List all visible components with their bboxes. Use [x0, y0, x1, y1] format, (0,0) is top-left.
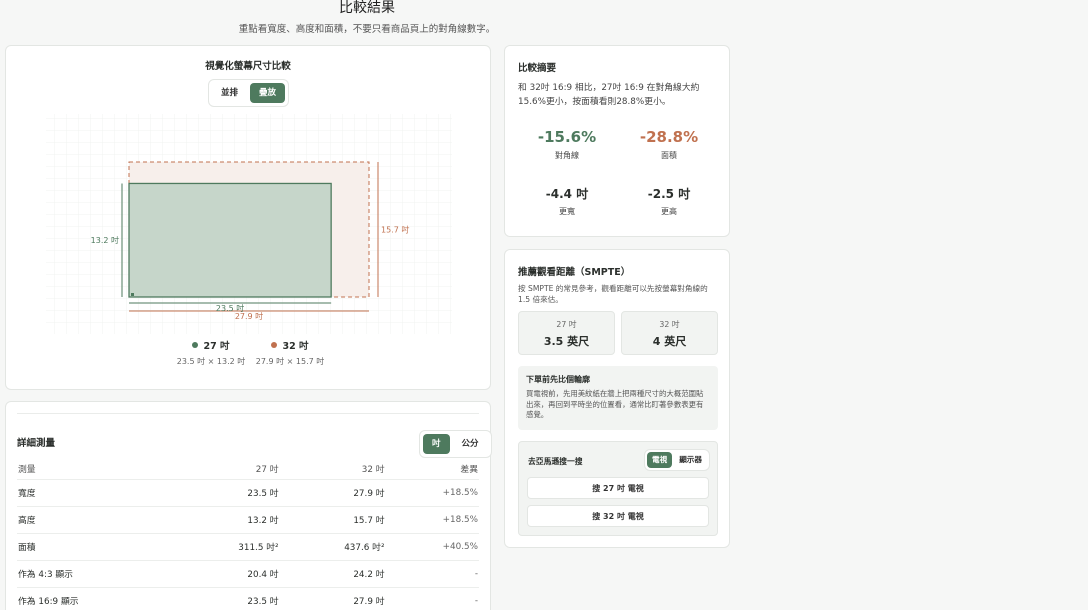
stat-width: -4.4 吋 更寬: [517, 185, 617, 217]
cell-label: 高度: [17, 506, 174, 534]
legend-dims-b: 27.9 吋 × 15.7 吋: [255, 357, 325, 366]
type-option-tv[interactable]: 電視: [647, 452, 673, 468]
cell-label: 作為 16:9 顯示: [17, 587, 174, 610]
search-32-button[interactable]: 搜 32 吋 電視: [527, 505, 709, 527]
stat-value: -4.4 吋: [545, 187, 589, 201]
stat-value: -2.5 吋: [647, 187, 691, 201]
header-diff: 差異: [385, 459, 479, 480]
summary-title: 比較摘要: [518, 63, 557, 74]
tip-title: 下單前先比個輪廓: [526, 375, 590, 384]
visual-comparison-card: 視覺化螢幕尺寸比較 並排 疊放 23.5 吋 27.9 吋 13.2 吋 15.…: [5, 45, 491, 390]
unit-option-inch[interactable]: 吋: [423, 434, 450, 454]
cell-a: 311.5 吋²: [173, 533, 280, 561]
cell-a: 20.4 吋: [173, 560, 280, 588]
distance-box-b: 32 吋 4 英尺: [621, 311, 718, 355]
size-visualization: 23.5 吋 27.9 吋 13.2 吋 15.7 吋: [46, 114, 452, 334]
cell-diff: +18.5%: [385, 479, 479, 507]
measurement-card: 詳細測量 吋 公分 測量 27 吋 32 吋 差異 寬度 23.5 吋 27.9 吋…: [5, 401, 492, 610]
stat-label: 更寬: [559, 207, 575, 216]
cell-label: 作為 4:3 顯示: [17, 560, 174, 588]
table-row: 寬度 23.5 吋 27.9 吋 +18.5%: [17, 479, 479, 507]
stat-value: -15.6%: [537, 128, 597, 146]
legend-name-a: 27 吋: [203, 341, 230, 352]
search-27-button[interactable]: 搜 27 吋 電視: [527, 477, 709, 499]
legend-dot-b: [271, 342, 278, 348]
cell-a: 13.2 吋: [173, 506, 280, 534]
legend-dot-a: [192, 342, 199, 348]
screen-b-width-label: 27.9 吋: [235, 311, 263, 321]
screen-b-height-label: 15.7 吋: [381, 224, 409, 234]
cell-a: 23.5 吋: [173, 587, 280, 610]
header-a: 27 吋: [173, 459, 280, 480]
type-option-monitor[interactable]: 顯示器: [674, 452, 707, 468]
cell-b: 27.9 吋: [279, 479, 386, 507]
cell-diff: -: [385, 587, 479, 610]
stat-label: 更高: [661, 207, 677, 216]
divider: [17, 413, 479, 414]
screen-a-height-label: 13.2 吋: [91, 235, 119, 245]
header-b: 32 吋: [279, 459, 386, 480]
cell-diff: +18.5%: [385, 506, 479, 534]
cell-diff: -: [385, 560, 479, 588]
unit-toggle: 吋 公分: [419, 430, 492, 458]
stat-diagonal: -15.6% 對角線: [517, 128, 617, 161]
table-row: 高度 13.2 吋 15.7 吋 +18.5%: [17, 506, 479, 534]
cell-a: 23.5 吋: [173, 479, 280, 507]
tip-text: 買電視前，先用美紋紙在牆上把兩種尺寸的大概范圍貼出來，再回到平時坐的位置看，通常…: [526, 389, 704, 419]
distance-size: 27 吋: [556, 320, 577, 329]
stat-label: 面積: [661, 151, 677, 160]
legend-name-b: 32 吋: [282, 341, 309, 352]
header-measure: 測量: [17, 459, 174, 480]
shop-box: 去亞馬遜搜一搜 電視 顯示器 搜 27 吋 電視 搜 32 吋 電視: [518, 441, 718, 536]
table-header-row: 測量 27 吋 32 吋 差異: [17, 459, 479, 480]
viewing-distance-card: 推薦觀看距離（SMPTE） 按 SMPTE 的常見參考，觀看距離可以先按螢幕對角…: [504, 249, 730, 548]
stat-label: 對角線: [555, 151, 579, 160]
cell-b: 27.9 吋: [279, 587, 386, 610]
measurement-table: 測量 27 吋 32 吋 差異 寬度 23.5 吋 27.9 吋 +18.5% 高度 1…: [17, 459, 479, 610]
stat-value: -28.8%: [639, 128, 699, 146]
table-row: 作為 16:9 顯示 23.5 吋 27.9 吋-: [17, 587, 479, 610]
cell-b: 15.7 吋: [279, 506, 386, 534]
cell-b: 437.6 吋²: [279, 533, 386, 561]
distance-value: 4 英尺: [652, 335, 687, 348]
cell-b: 24.2 吋: [279, 560, 386, 588]
distance-size: 32 吋: [659, 320, 680, 329]
distance-title: 推薦觀看距離（SMPTE）: [518, 267, 631, 278]
legend-screen-b: 32 吋 27.9 吋 × 15.7 吋: [255, 338, 325, 367]
table-row: 面積 311.5 吋² 437.6 吋² +40.5%: [17, 533, 479, 561]
stat-area: -28.8% 面積: [619, 128, 719, 161]
tip-box: 下單前先比個輪廓 買電視前，先用美紋紙在牆上把兩種尺寸的大概范圍貼出來，再回到平…: [518, 366, 718, 430]
screen-a-corner-marker: [131, 293, 134, 296]
distance-text: 按 SMPTE 的常見參考，觀看距離可以先按螢幕對角線的 1.5 倍來估。: [518, 284, 708, 304]
stat-height: -2.5 吋 更高: [619, 185, 719, 217]
product-type-toggle: 電視 顯示器: [644, 449, 710, 471]
page-subtitle: 重點看寬度、高度和面積，不要只看商品頁上的對角線數字。: [238, 24, 496, 35]
shop-title: 去亞馬遜搜一搜: [528, 457, 583, 466]
measurement-title: 詳細測量: [17, 438, 56, 449]
cell-diff: +40.5%: [385, 533, 479, 561]
legend-screen-a: 27 吋 23.5 吋 × 13.2 吋: [176, 338, 246, 367]
summary-card: 比較摘要 和 32吋 16:9 相比，27吋 16:9 在對角線大約 15.6%…: [504, 45, 730, 237]
cell-label: 寬度: [17, 479, 174, 507]
distance-value: 3.5 英尺: [543, 335, 590, 348]
distance-box-a: 27 吋 3.5 英尺: [518, 311, 615, 355]
summary-text: 和 32吋 16:9 相比，27吋 16:9 在對角線大約 15.6%更小，按面…: [518, 83, 700, 107]
table-row: 作為 4:3 顯示 20.4 吋 24.2 吋-: [17, 560, 479, 588]
page-title: 比較結果: [339, 0, 395, 16]
cell-label: 面積: [17, 533, 174, 561]
legend-dims-a: 23.5 吋 × 13.2 吋: [176, 357, 246, 366]
screen-a-rect: [128, 182, 332, 298]
unit-option-cm[interactable]: 公分: [453, 434, 488, 454]
